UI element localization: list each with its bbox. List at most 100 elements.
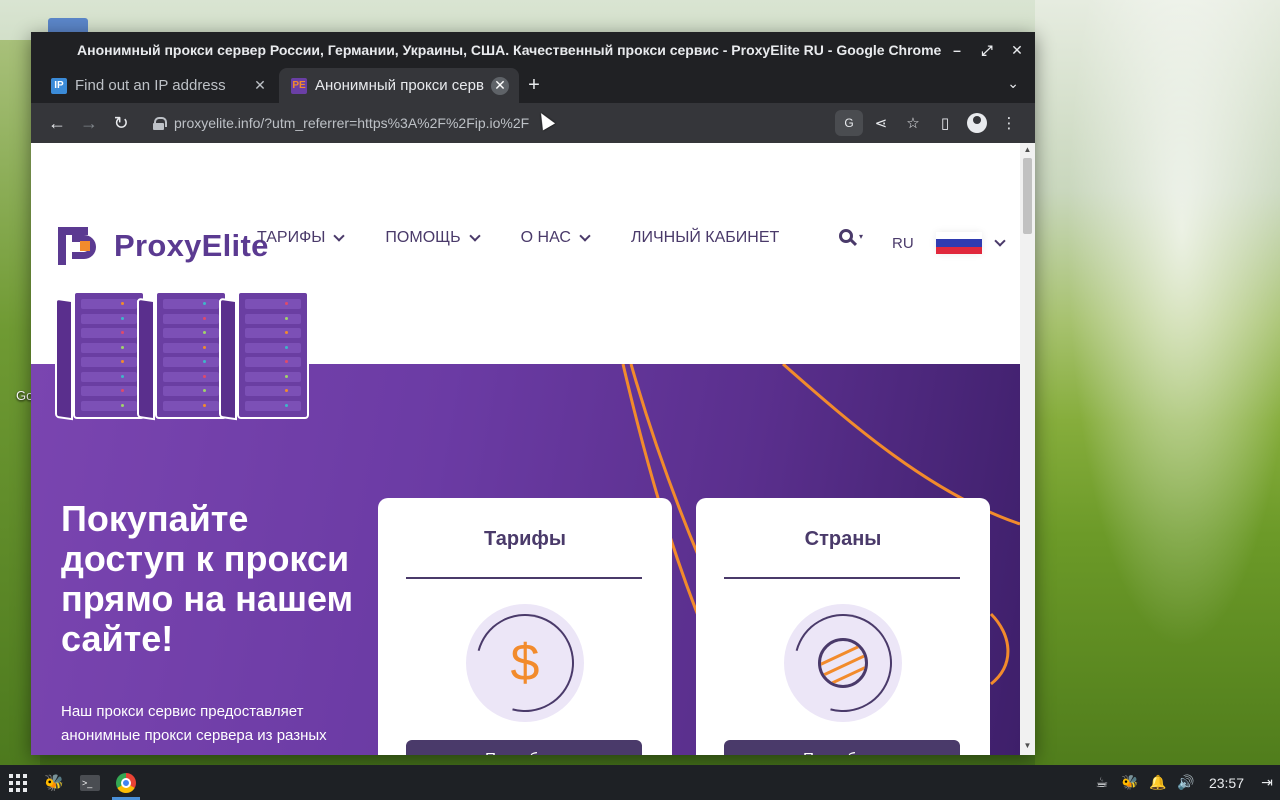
server-slot xyxy=(81,313,137,324)
server-rack xyxy=(73,291,145,419)
server-led-icon xyxy=(285,374,288,378)
app-grid-icon xyxy=(9,773,27,792)
server-led-icon xyxy=(121,389,124,392)
maximize-button[interactable]: ⤢ xyxy=(975,38,999,62)
tab-strip: IP Find out an IP address ✕ PE Анонимный… xyxy=(31,68,1035,103)
card-title: Страны xyxy=(804,528,882,550)
app-launcher-button[interactable] xyxy=(0,765,36,800)
chevron-down-icon xyxy=(468,230,481,242)
back-button[interactable]: ← xyxy=(41,107,73,139)
coffee-icon[interactable]: ☕ xyxy=(1089,765,1115,800)
translate-icon: G xyxy=(835,110,863,136)
address-bar[interactable]: proxyelite.info/?utm_referrer=https%3A%2… xyxy=(143,108,827,138)
minimize-button[interactable]: – xyxy=(945,38,969,62)
server-slot xyxy=(81,357,137,367)
taskbar-terminal[interactable]: >_ xyxy=(72,765,108,800)
server-led-icon xyxy=(203,331,206,334)
tab-title: Find out an IP address xyxy=(75,77,226,94)
translate-button[interactable]: G xyxy=(833,107,865,139)
server-slot xyxy=(245,328,301,338)
close-window-button[interactable]: ✕ xyxy=(1005,38,1029,62)
window-controls: – ⤢ ✕ xyxy=(945,32,1029,68)
tab-search-chevron-icon[interactable]: ⌄ xyxy=(1007,75,1019,92)
hero-title: Покупайте доступ к прокси прямо на нашем… xyxy=(61,498,354,659)
clock[interactable]: 23:57 xyxy=(1201,775,1252,791)
tariffs-details-button[interactable]: Подробнее xyxy=(406,740,642,755)
chevron-down-icon xyxy=(579,230,591,242)
scroll-down-arrow-icon[interactable]: ▼ xyxy=(1020,741,1035,753)
language-selector[interactable]: RU xyxy=(892,232,1006,254)
nav-item-about[interactable]: О НАС xyxy=(520,229,591,247)
share-icon[interactable]: ⋖ xyxy=(865,107,897,139)
scroll-up-arrow-icon[interactable]: ▲ xyxy=(1020,145,1035,157)
logo-text: ProxyElite xyxy=(114,228,269,263)
tab-close-icon[interactable]: ✕ xyxy=(251,77,269,95)
url-text[interactable]: proxyelite.info/?utm_referrer=https%3A%2… xyxy=(174,115,817,131)
server-slot xyxy=(245,400,301,411)
server-slot xyxy=(163,357,219,367)
tab-proxyelite[interactable]: PE Анонимный прокси серв ✕ xyxy=(279,68,519,103)
web-page: ProxyElite ТАРИФЫ ПОМОЩЬ О НАС ЛИЧНЫЙ КА… xyxy=(31,143,1020,755)
page-viewport: ProxyElite ТАРИФЫ ПОМОЩЬ О НАС ЛИЧНЫЙ КА… xyxy=(31,143,1035,755)
bee-icon: 🐝 xyxy=(44,774,64,792)
forward-button[interactable]: → xyxy=(73,107,105,139)
server-led-icon xyxy=(121,403,124,407)
server-led-icon xyxy=(285,331,288,334)
new-tab-button[interactable]: + xyxy=(519,68,549,103)
page-scrollbar[interactable]: ▲ ▼ xyxy=(1020,143,1035,755)
tab-find-ip[interactable]: IP Find out an IP address ✕ xyxy=(39,68,279,103)
bee-tray-icon[interactable]: 🐝 xyxy=(1117,765,1143,800)
server-racks-illustration xyxy=(55,291,309,421)
server-rack-side xyxy=(137,297,155,421)
countries-details-button[interactable]: Подробнее xyxy=(724,740,960,755)
nav-item-tariffs[interactable]: ТАРИФЫ xyxy=(257,229,346,247)
dollar-glyph: $ xyxy=(510,634,540,692)
globe-icon xyxy=(776,596,910,730)
tariffs-card[interactable]: Тарифы $ Подробнее xyxy=(378,498,672,755)
nav-item-label: ТАРИФЫ xyxy=(257,229,326,246)
server-led-icon xyxy=(203,389,206,392)
server-led-icon xyxy=(285,403,288,407)
server-slot xyxy=(81,299,137,309)
taskbar-bee-app[interactable]: 🐝 xyxy=(36,765,72,800)
tab-close-icon[interactable]: ✕ xyxy=(491,76,509,95)
server-slot xyxy=(245,386,301,396)
lock-icon[interactable] xyxy=(153,116,167,130)
caret-down-icon: ▾ xyxy=(859,231,864,241)
server-slot xyxy=(245,357,301,367)
profile-avatar-button[interactable] xyxy=(961,107,993,139)
server-slot xyxy=(163,400,219,411)
window-titlebar[interactable]: Анонимный прокси сервер России, Германии… xyxy=(31,32,1035,68)
countries-card[interactable]: Страны Подробнее xyxy=(696,498,990,755)
chrome-menu-icon[interactable]: ⋮ xyxy=(993,107,1025,139)
server-slot xyxy=(163,342,219,353)
nav-item-label: О НАС xyxy=(520,229,571,246)
server-rack-side xyxy=(55,297,73,421)
taskbar-chrome[interactable] xyxy=(108,765,144,800)
nav-item-help[interactable]: ПОМОЩЬ xyxy=(385,229,481,247)
logout-icon[interactable]: ⇥ xyxy=(1254,765,1280,800)
site-search-button[interactable]: ▾ xyxy=(839,229,863,243)
ip-favicon-icon: IP xyxy=(51,77,67,94)
reload-button[interactable]: ↻ xyxy=(105,107,137,139)
volume-icon[interactable]: 🔊 xyxy=(1173,765,1199,800)
browser-toolbar: ← → ↻ proxyelite.info/?utm_referrer=http… xyxy=(31,103,1035,143)
site-logo[interactable]: ProxyElite xyxy=(58,227,269,265)
notification-bell-icon[interactable]: 🔔 xyxy=(1145,765,1171,800)
server-led-icon xyxy=(121,374,124,378)
proxyelite-logo-icon xyxy=(58,227,100,265)
nav-item-label: ЛИЧНЫЙ КАБИНЕТ xyxy=(630,229,780,246)
scrollbar-thumb[interactable] xyxy=(1023,158,1032,234)
server-led-icon xyxy=(203,374,206,378)
side-panel-icon[interactable]: ▯ xyxy=(929,107,961,139)
hero-description: Наш прокси сервис предоставляет анонимны… xyxy=(61,703,327,744)
server-led-icon xyxy=(203,360,206,363)
server-led-icon xyxy=(121,302,124,305)
server-slot xyxy=(245,313,301,324)
server-rack-side xyxy=(219,297,237,421)
proxyelite-favicon-icon: PE xyxy=(291,77,307,94)
nav-item-account[interactable]: ЛИЧНЫЙ КАБИНЕТ xyxy=(631,229,779,247)
nav-item-label: ПОМОЩЬ xyxy=(385,229,461,246)
server-led-icon xyxy=(285,360,288,363)
bookmark-star-icon[interactable]: ☆ xyxy=(897,107,929,139)
